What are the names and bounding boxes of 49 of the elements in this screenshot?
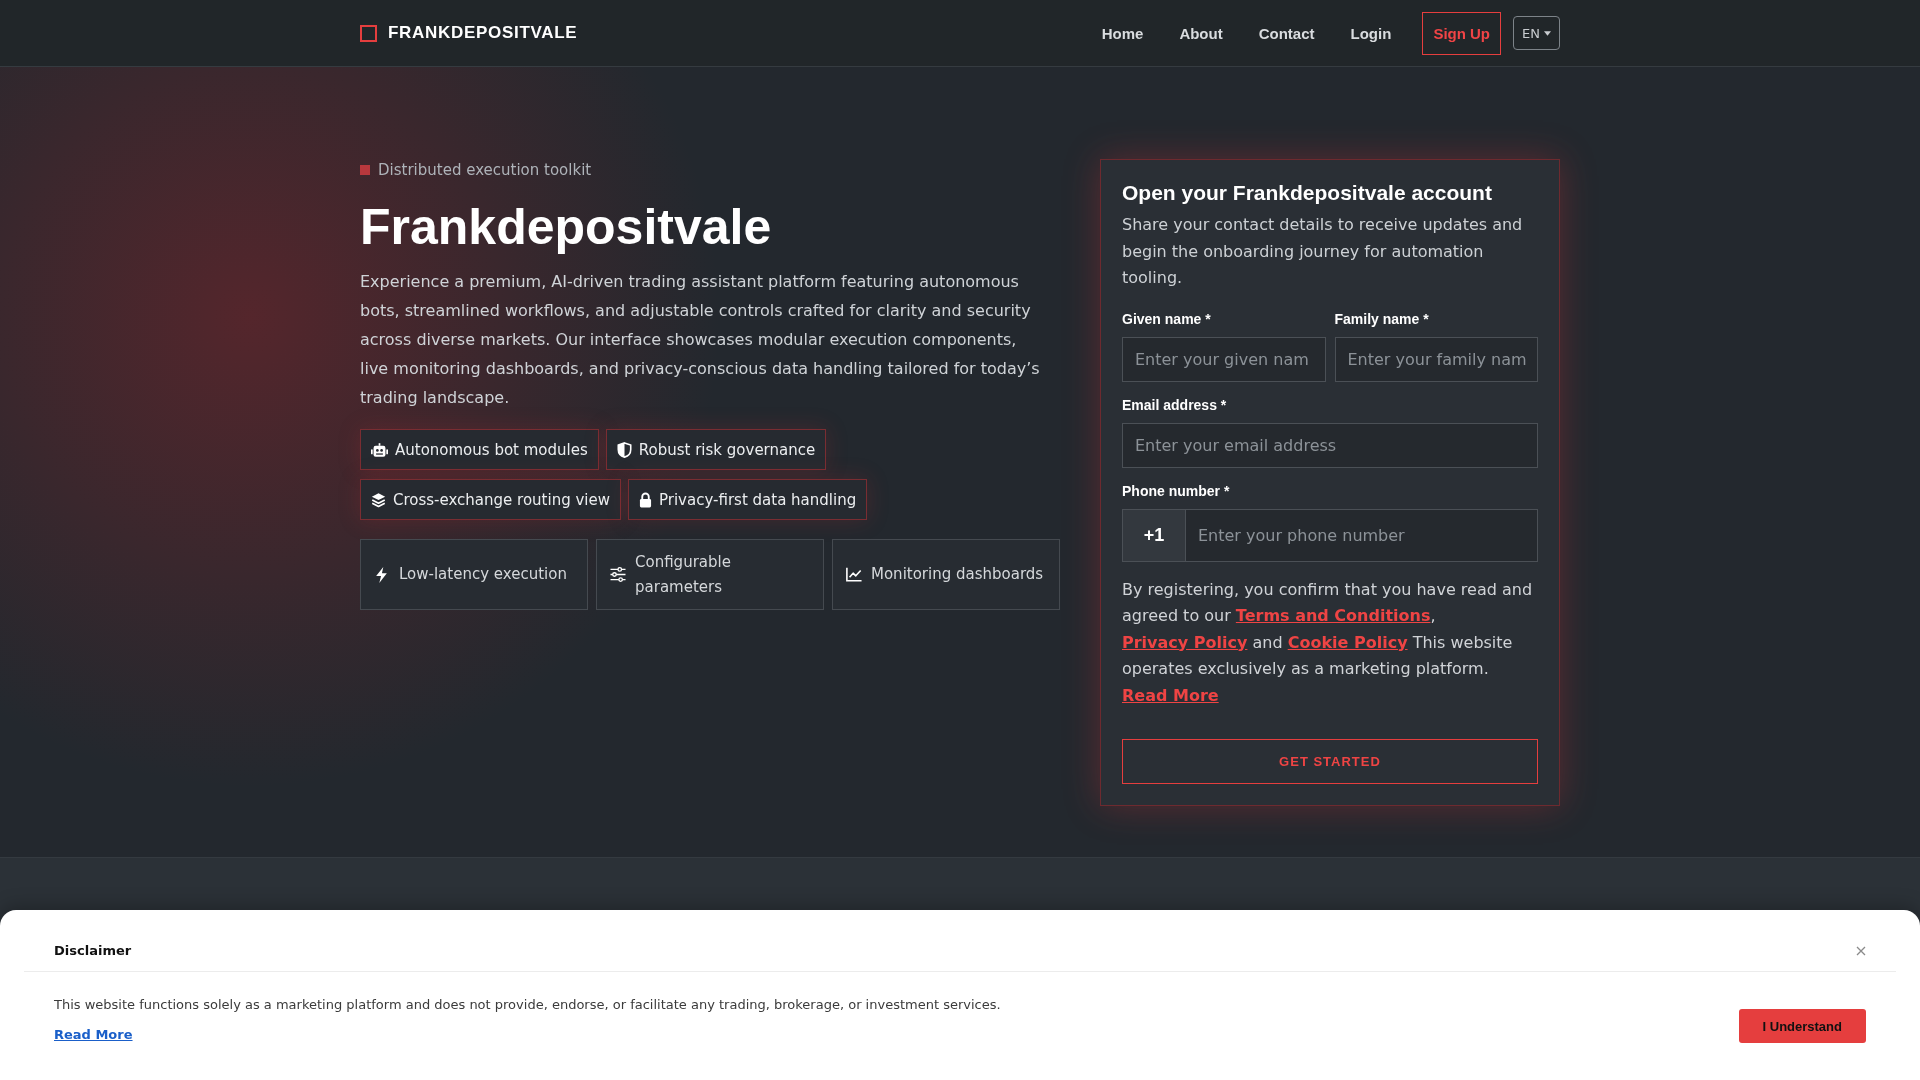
- disclaimer-text: This website functions solely as a marketing platform and does not provide, endorse, or facilitate any trading, brokerage, or investment services.: [54, 996, 1001, 1014]
- get-started-button[interactable]: GET STARTED: [1122, 739, 1538, 784]
- language-button[interactable]: EN: [1513, 16, 1560, 50]
- country-code[interactable]: +1: [1122, 508, 1186, 562]
- disclaimer-title: Disclaimer: [54, 943, 132, 958]
- tag-label: Robust risk governance: [638, 440, 816, 459]
- text-link[interactable]: Privacy Policy: [1122, 632, 1248, 652]
- field-label: Family name *: [1334, 310, 1430, 328]
- nav-link[interactable]: Login: [1345, 24, 1397, 42]
- nav-link[interactable]: About: [1174, 24, 1228, 42]
- nav-link[interactable]: Contact: [1253, 24, 1320, 42]
- feature-label: Configurable parameters: [635, 551, 732, 598]
- tag-label: Autonomous bot modules: [395, 440, 588, 459]
- sign-up-button[interactable]: Sign Up: [1422, 11, 1502, 55]
- read-more-link[interactable]: Read More: [54, 1026, 133, 1044]
- square-icon: [360, 165, 370, 175]
- close-icon[interactable]: [1856, 945, 1866, 956]
- field-label: Phone number *: [1122, 482, 1231, 500]
- hero-description: Experience a premium, AI-driven trading assistant platform featuring autonomous bots, streamlined workflows, and adjustable controls crafted for clarity and security across diverse markets. Our interface showcases modular execution components, live monitoring dashboards, and privacy-conscious data handling tailored for today’s trading landscape.: [360, 271, 1040, 409]
- nav-link[interactable]: Home: [1096, 24, 1149, 42]
- hero-title: Frankdepositvale: [360, 199, 773, 255]
- sliders-icon: [610, 567, 626, 582]
- feature-label: Low-latency execution: [399, 564, 567, 585]
- tag-label: Privacy-first data handling: [659, 490, 857, 509]
- field-label: Email address *: [1122, 396, 1228, 414]
- logo-text: FRANKDEPOSITVALE: [388, 23, 578, 43]
- phone-field[interactable]: Enter your phone number: [1186, 508, 1538, 562]
- shield-icon: [616, 441, 632, 458]
- lightning-bolt-icon: [376, 566, 387, 583]
- square-logo-icon: [360, 24, 377, 42]
- feature-label: Monitoring dashboards: [871, 564, 1044, 585]
- tag-label: Cross-exchange routing view: [393, 490, 610, 509]
- field-label: Given name *: [1122, 310, 1212, 328]
- input-field[interactable]: Enter your given nam: [1122, 336, 1326, 382]
- input-field[interactable]: Enter your email address: [1122, 422, 1538, 468]
- form-description: Share your contact details to receive updates and begin the onboarding journey for automation tooling.: [1122, 214, 1524, 289]
- text-link[interactable]: Cookie Policy: [1287, 632, 1408, 652]
- lock-icon: [639, 491, 652, 508]
- robot-icon: [371, 442, 388, 457]
- text-link[interactable]: Terms and Conditions: [1235, 606, 1431, 625]
- form-title: Open your Frankdepositvale account: [1122, 180, 1493, 206]
- layers-icon: [371, 491, 386, 508]
- caret-icon: [1544, 30, 1551, 36]
- tagline: Distributed execution toolkit: [378, 161, 592, 179]
- text-link[interactable]: Read More: [1122, 685, 1219, 705]
- consent-text: By registering, you confirm that you have read and agreed to our Terms and Conditions, Privacy Policy and Cookie Policy This website operates exclusively as a marketing platform. Read More: [1122, 578, 1534, 707]
- input-field[interactable]: Enter your family nam: [1334, 336, 1538, 382]
- understand-button[interactable]: I Understand: [1738, 1009, 1866, 1043]
- line-chart-icon: [846, 567, 862, 582]
